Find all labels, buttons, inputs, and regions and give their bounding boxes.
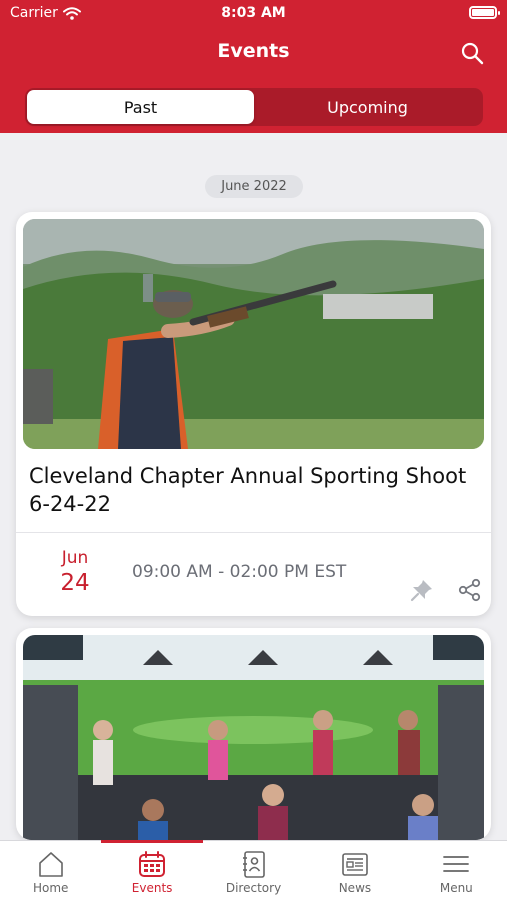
event-photo xyxy=(23,219,484,449)
home-icon xyxy=(38,852,63,877)
event-photo-illustration xyxy=(23,219,484,449)
tab-home[interactable]: Home xyxy=(0,841,101,900)
pin-icon xyxy=(410,580,432,602)
event-card[interactable] xyxy=(16,628,491,840)
segment-upcoming[interactable]: Upcoming xyxy=(254,90,481,124)
calendar-icon xyxy=(139,851,166,877)
card-divider xyxy=(16,532,491,533)
tab-news[interactable]: News xyxy=(304,841,405,900)
status-time: 8:03 AM xyxy=(221,5,286,21)
search-icon xyxy=(461,42,484,65)
tab-menu[interactable]: Menu xyxy=(406,841,507,900)
event-title: Cleveland Chapter Annual Sporting Shoot … xyxy=(29,464,467,516)
tab-label: Menu xyxy=(439,881,473,895)
segment-past[interactable]: Past xyxy=(27,90,254,124)
menu-icon xyxy=(443,856,470,872)
event-day: 24 xyxy=(60,570,90,596)
newspaper-icon xyxy=(342,853,368,876)
event-month: Jun xyxy=(61,548,89,568)
battery-icon xyxy=(469,6,500,19)
tab-directory[interactable]: Directory xyxy=(203,841,304,900)
tab-label: Directory xyxy=(225,881,282,895)
directory-icon xyxy=(242,851,265,878)
tab-label: Home xyxy=(32,881,69,895)
bottom-tab-bar: Home Events Directory News Menu xyxy=(0,840,507,900)
share-icon xyxy=(458,578,481,602)
event-photo-illustration xyxy=(23,635,484,840)
share-button[interactable] xyxy=(457,577,483,603)
event-time-range: 09:00 AM - 02:00 PM EST xyxy=(132,562,347,582)
status-bar: Carrier 8:03 AM xyxy=(0,0,507,28)
search-button[interactable] xyxy=(459,40,485,66)
tab-label: Events xyxy=(131,881,173,895)
app-header: Carrier 8:03 AM Events Past Upcoming xyxy=(0,0,507,133)
page-title: Events xyxy=(217,40,290,62)
pin-button[interactable] xyxy=(409,577,435,603)
tab-events[interactable]: Events xyxy=(101,840,204,900)
month-section-header: June 2022 xyxy=(205,175,303,198)
event-photo xyxy=(23,635,484,840)
tab-label: News xyxy=(338,881,372,895)
events-segmented-control: Past Upcoming xyxy=(25,88,483,126)
event-card[interactable]: Cleveland Chapter Annual Sporting Shoot … xyxy=(16,212,491,616)
